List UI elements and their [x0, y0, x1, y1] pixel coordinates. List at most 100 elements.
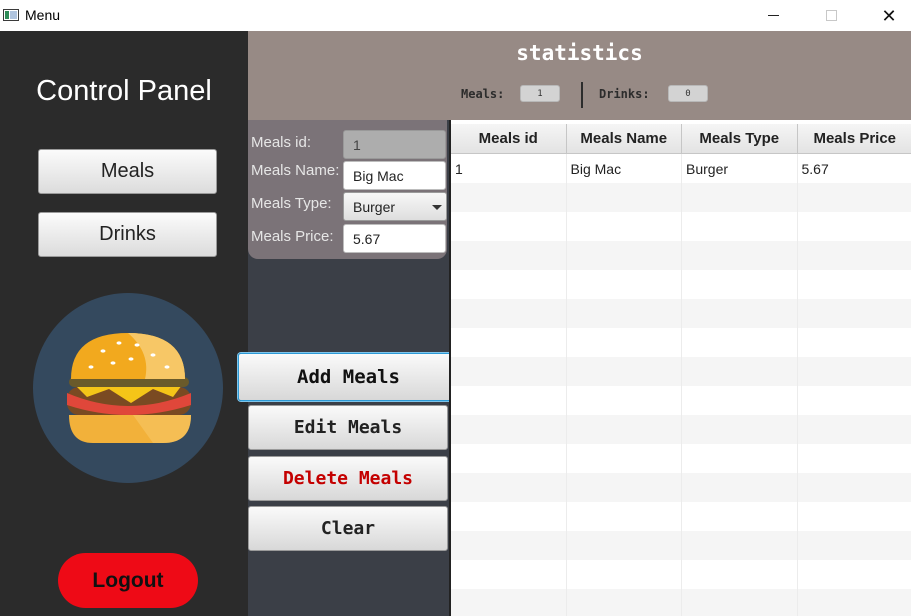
empty-table-cell — [567, 299, 682, 328]
meals-nav-button[interactable]: Meals — [38, 149, 217, 194]
meal-name-field[interactable]: Big Mac — [343, 161, 446, 190]
add-meals-button[interactable]: Add Meals — [238, 353, 459, 401]
statistics-panel: statistics Meals: 1 Drinks: 0 — [248, 31, 911, 120]
empty-table-cell — [798, 444, 911, 473]
window-title: Menu — [25, 7, 61, 23]
empty-table-cell — [451, 502, 567, 531]
minimize-button[interactable] — [750, 0, 796, 31]
clear-button[interactable]: Clear — [248, 506, 448, 551]
empty-table-cell — [798, 241, 911, 270]
empty-table-cell — [798, 183, 911, 212]
empty-table-cell — [682, 386, 798, 415]
empty-table-cell — [567, 415, 682, 444]
burger-illustration — [33, 293, 223, 483]
empty-table-row — [451, 589, 911, 616]
meal-form: Meals id: 1 Meals Name: Big Mac Meals Ty… — [248, 120, 447, 259]
drinks-nav-button[interactable]: Drinks — [38, 212, 217, 257]
empty-table-row — [451, 386, 911, 415]
empty-table-cell — [682, 444, 798, 473]
empty-table-cell — [451, 386, 567, 415]
empty-table-cell — [567, 386, 682, 415]
empty-table-cell — [682, 270, 798, 299]
empty-table-cell — [682, 502, 798, 531]
maximize-button[interactable] — [808, 0, 854, 31]
empty-table-cell — [451, 328, 567, 357]
sidebar: Control Panel Meals Drinks Logout — [0, 31, 248, 616]
meal-name-label: Meals Name: — [251, 162, 340, 179]
table-header: Meals id Meals Name Meals Type Meals Pri… — [451, 124, 911, 154]
close-icon: ✕ — [881, 5, 897, 26]
empty-table-cell — [567, 502, 682, 531]
table-cell: 5.67 — [798, 154, 911, 183]
empty-table-cell — [682, 473, 798, 502]
drinks-count-label: Drinks: — [599, 87, 650, 101]
control-panel-title: Control Panel — [36, 75, 212, 107]
empty-table-cell — [567, 183, 682, 212]
empty-table-cell — [567, 212, 682, 241]
logout-button[interactable]: Logout — [58, 553, 198, 608]
empty-table-cell — [451, 444, 567, 473]
empty-table-cell — [798, 270, 911, 299]
empty-table-cell — [567, 589, 682, 616]
meals-table[interactable]: Meals id Meals Name Meals Type Meals Pri… — [449, 120, 911, 616]
empty-table-cell — [567, 560, 682, 589]
empty-table-cell — [682, 531, 798, 560]
meal-price-field[interactable]: 5.67 — [343, 224, 446, 253]
edit-meals-button[interactable]: Edit Meals — [248, 405, 448, 450]
meal-type-label: Meals Type: — [251, 195, 332, 212]
empty-table-cell — [682, 212, 798, 241]
title-bar: Menu ✕ — [0, 0, 911, 31]
meal-type-select[interactable]: Burger — [343, 192, 447, 221]
meals-count-value: 1 — [520, 85, 560, 102]
burger-icon — [67, 333, 191, 443]
empty-table-cell — [451, 270, 567, 299]
close-button[interactable]: ✕ — [866, 0, 911, 31]
empty-table-row — [451, 473, 911, 502]
empty-table-cell — [682, 357, 798, 386]
empty-table-row — [451, 270, 911, 299]
delete-meals-button[interactable]: Delete Meals — [248, 456, 448, 501]
table-body: 1 Big Mac Burger 5.67 — [451, 154, 911, 616]
drinks-count-value: 0 — [668, 85, 708, 102]
empty-table-row — [451, 502, 911, 531]
meals-count-label: Meals: — [461, 87, 505, 101]
empty-table-cell — [798, 531, 911, 560]
empty-table-row — [451, 328, 911, 357]
empty-table-cell — [682, 415, 798, 444]
empty-table-cell — [451, 473, 567, 502]
empty-table-row — [451, 415, 911, 444]
empty-table-cell — [567, 270, 682, 299]
empty-table-cell — [451, 589, 567, 616]
meal-price-label: Meals Price: — [251, 228, 334, 245]
empty-table-row — [451, 531, 911, 560]
minimize-icon — [767, 15, 779, 16]
maximize-icon — [825, 10, 837, 21]
column-header[interactable]: Meals id — [451, 124, 567, 153]
empty-table-cell — [798, 357, 911, 386]
empty-table-row — [451, 241, 911, 270]
statistics-title: statistics — [516, 41, 643, 65]
column-header[interactable]: Meals Type — [682, 124, 798, 153]
meal-id-field: 1 — [343, 130, 446, 159]
empty-table-cell — [682, 328, 798, 357]
meal-type-value: Burger — [353, 198, 396, 215]
chevron-down-icon — [432, 205, 442, 210]
stats-divider — [581, 82, 583, 108]
empty-table-cell — [567, 473, 682, 502]
app-window-icon — [3, 9, 19, 21]
empty-table-row — [451, 357, 911, 386]
table-cell: Burger — [682, 154, 798, 183]
empty-table-cell — [451, 531, 567, 560]
empty-table-cell — [567, 531, 682, 560]
empty-table-cell — [567, 357, 682, 386]
empty-table-cell — [682, 589, 798, 616]
column-header[interactable]: Meals Name — [567, 124, 682, 153]
empty-table-cell — [798, 473, 911, 502]
empty-table-row — [451, 212, 911, 241]
empty-table-cell — [798, 299, 911, 328]
empty-table-cell — [798, 328, 911, 357]
empty-table-cell — [567, 444, 682, 473]
column-header[interactable]: Meals Price — [798, 124, 911, 153]
table-row[interactable]: 1 Big Mac Burger 5.67 — [451, 154, 911, 183]
empty-table-row — [451, 183, 911, 212]
